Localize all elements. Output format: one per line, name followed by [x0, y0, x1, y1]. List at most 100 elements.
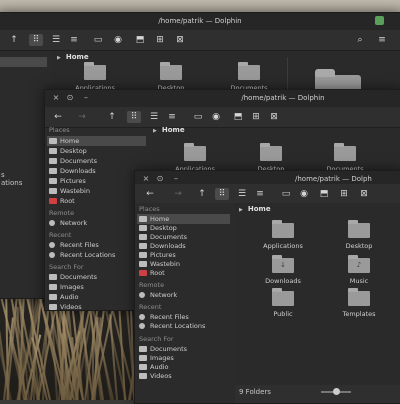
network-icon [49, 220, 55, 226]
search-audio[interactable]: Audio [47, 292, 78, 302]
place-home[interactable]: Home [47, 136, 146, 146]
place-network[interactable]: Network [47, 218, 87, 228]
search-images[interactable]: Images [47, 282, 84, 292]
menu-icon[interactable]: ≡ [375, 34, 389, 46]
folder-documents[interactable]: Documents [219, 62, 279, 92]
recent-locations[interactable]: Recent Locations [137, 321, 205, 331]
compact-view-button[interactable]: ☰ [235, 188, 249, 200]
close-icon[interactable]: × [51, 93, 61, 103]
place-downloads[interactable]: Downloads [47, 166, 96, 176]
compact-view-button[interactable]: ☰ [49, 34, 63, 46]
split-button[interactable]: ⬒ [317, 188, 331, 200]
zoom-slider-handle[interactable] [333, 388, 340, 395]
home-icon [139, 216, 147, 222]
compact-view-button[interactable]: ☰ [147, 111, 161, 123]
downloads-icon [49, 168, 57, 174]
folder-applications[interactable]: Applications [165, 143, 225, 173]
place-desktop[interactable]: Desktop [47, 146, 87, 156]
breadcrumb[interactable]: ▶ Home [153, 126, 185, 134]
pin-icon[interactable]: ⊙ [155, 174, 165, 184]
details-view-button[interactable]: ≡ [165, 111, 179, 123]
folder-applications[interactable]: Applications [253, 220, 313, 250]
search-documents[interactable]: Documents [47, 272, 97, 282]
pin-icon[interactable]: ⊙ [65, 93, 75, 103]
folder-desktop[interactable]: Desktop [329, 220, 389, 250]
videos-icon [139, 373, 147, 379]
up-icon[interactable]: ↑ [195, 188, 209, 200]
eye-icon[interactable]: ◉ [111, 34, 125, 46]
up-icon[interactable]: ↑ [105, 111, 119, 123]
forward-icon[interactable]: → [75, 111, 89, 123]
icons-view-button[interactable]: ⠿ [215, 188, 229, 200]
recent-header: Recent [49, 231, 72, 239]
pictures-icon [139, 252, 147, 258]
split-button[interactable]: ⬒ [231, 111, 245, 123]
folder-downloads[interactable]: ↓ Downloads [253, 255, 313, 285]
folder-icon [272, 220, 294, 238]
preview-button[interactable]: ▭ [91, 34, 105, 46]
root-icon [139, 270, 147, 276]
place-root[interactable]: Root [137, 268, 165, 278]
folder-public[interactable]: Public [253, 288, 313, 318]
folder-icon [184, 143, 206, 161]
home-icon [49, 138, 57, 144]
folder-icon [348, 288, 370, 306]
folder-applications[interactable]: Applications [65, 62, 125, 92]
details-view-button[interactable]: ≡ [253, 188, 267, 200]
folder-desktop[interactable]: Desktop [241, 143, 301, 173]
folder-icon [238, 62, 260, 80]
pictures-icon [49, 178, 57, 184]
folder-documents[interactable]: Documents [315, 143, 375, 173]
folder-music[interactable]: ♪ Music [329, 255, 389, 285]
search-videos[interactable]: Videos [137, 371, 172, 381]
eye-icon[interactable]: ◉ [297, 188, 311, 200]
places-header: Places [139, 205, 160, 213]
icons-view-button[interactable]: ⠿ [127, 111, 141, 123]
up-icon[interactable]: ↑ [7, 34, 21, 46]
documents-icon [49, 274, 57, 280]
close-icon[interactable]: × [141, 174, 151, 184]
folder-icon: ↓ [272, 255, 294, 273]
tag-button[interactable]: ⊠ [357, 188, 371, 200]
folder-icon [160, 62, 182, 80]
icons-view-button[interactable]: ⠿ [29, 34, 43, 46]
place-documents[interactable]: Documents [47, 156, 97, 166]
main-view: ▶ Home Applications Desktop ↓ Downloads ♪ M… [235, 203, 400, 403]
new-folder-button[interactable]: ⊞ [249, 111, 263, 123]
place-pictures[interactable]: Pictures [47, 176, 86, 186]
recent-files[interactable]: Recent Files [47, 240, 99, 250]
remote-header: Remote [139, 281, 165, 289]
preview-button[interactable]: ▭ [279, 188, 293, 200]
titlebar[interactable]: /home/patrik — Dolphin [0, 13, 400, 30]
details-view-button[interactable]: ≡ [67, 34, 81, 46]
forward-icon[interactable]: → [171, 188, 185, 200]
place-wastebin[interactable]: Wastebin [47, 186, 90, 196]
tag-button[interactable]: ⊠ [173, 34, 187, 46]
place-network[interactable]: Network [137, 290, 177, 300]
folder-templates[interactable]: Templates [329, 288, 389, 318]
folder-icon [260, 143, 282, 161]
tag-button[interactable]: ⊠ [267, 111, 281, 123]
places-header: Places [49, 126, 70, 134]
back-icon[interactable]: ← [51, 111, 65, 123]
toolbar: ← → ↑ ⠿ ☰ ≡ ▭ ◉ ⬒ ⊞ ⊠ [135, 184, 400, 205]
search-videos[interactable]: Videos [47, 302, 82, 312]
more-icon[interactable]: – [171, 174, 181, 184]
recent-locations[interactable]: Recent Locations [47, 250, 115, 260]
back-icon[interactable]: ← [143, 188, 157, 200]
new-folder-button[interactable]: ⊞ [153, 34, 167, 46]
folder-desktop[interactable]: Desktop [141, 62, 201, 92]
more-icon[interactable]: – [81, 93, 91, 103]
breadcrumb[interactable]: ▶ Home [239, 205, 271, 213]
status-bar: 9 Folders [235, 385, 400, 403]
titlebar[interactable]: × ⊙ – /home/patrik — Dolphin [45, 90, 400, 107]
new-folder-button[interactable]: ⊞ [337, 188, 351, 200]
column-divider [287, 57, 288, 91]
preview-button[interactable]: ▭ [191, 111, 205, 123]
breadcrumb[interactable]: ▶ Home [57, 53, 89, 61]
search-icon[interactable]: ⌕ [353, 34, 367, 46]
eye-icon[interactable]: ◉ [209, 111, 223, 123]
split-button[interactable]: ⬒ [133, 34, 147, 46]
downloads-icon [139, 243, 147, 249]
place-root[interactable]: Root [47, 196, 75, 206]
